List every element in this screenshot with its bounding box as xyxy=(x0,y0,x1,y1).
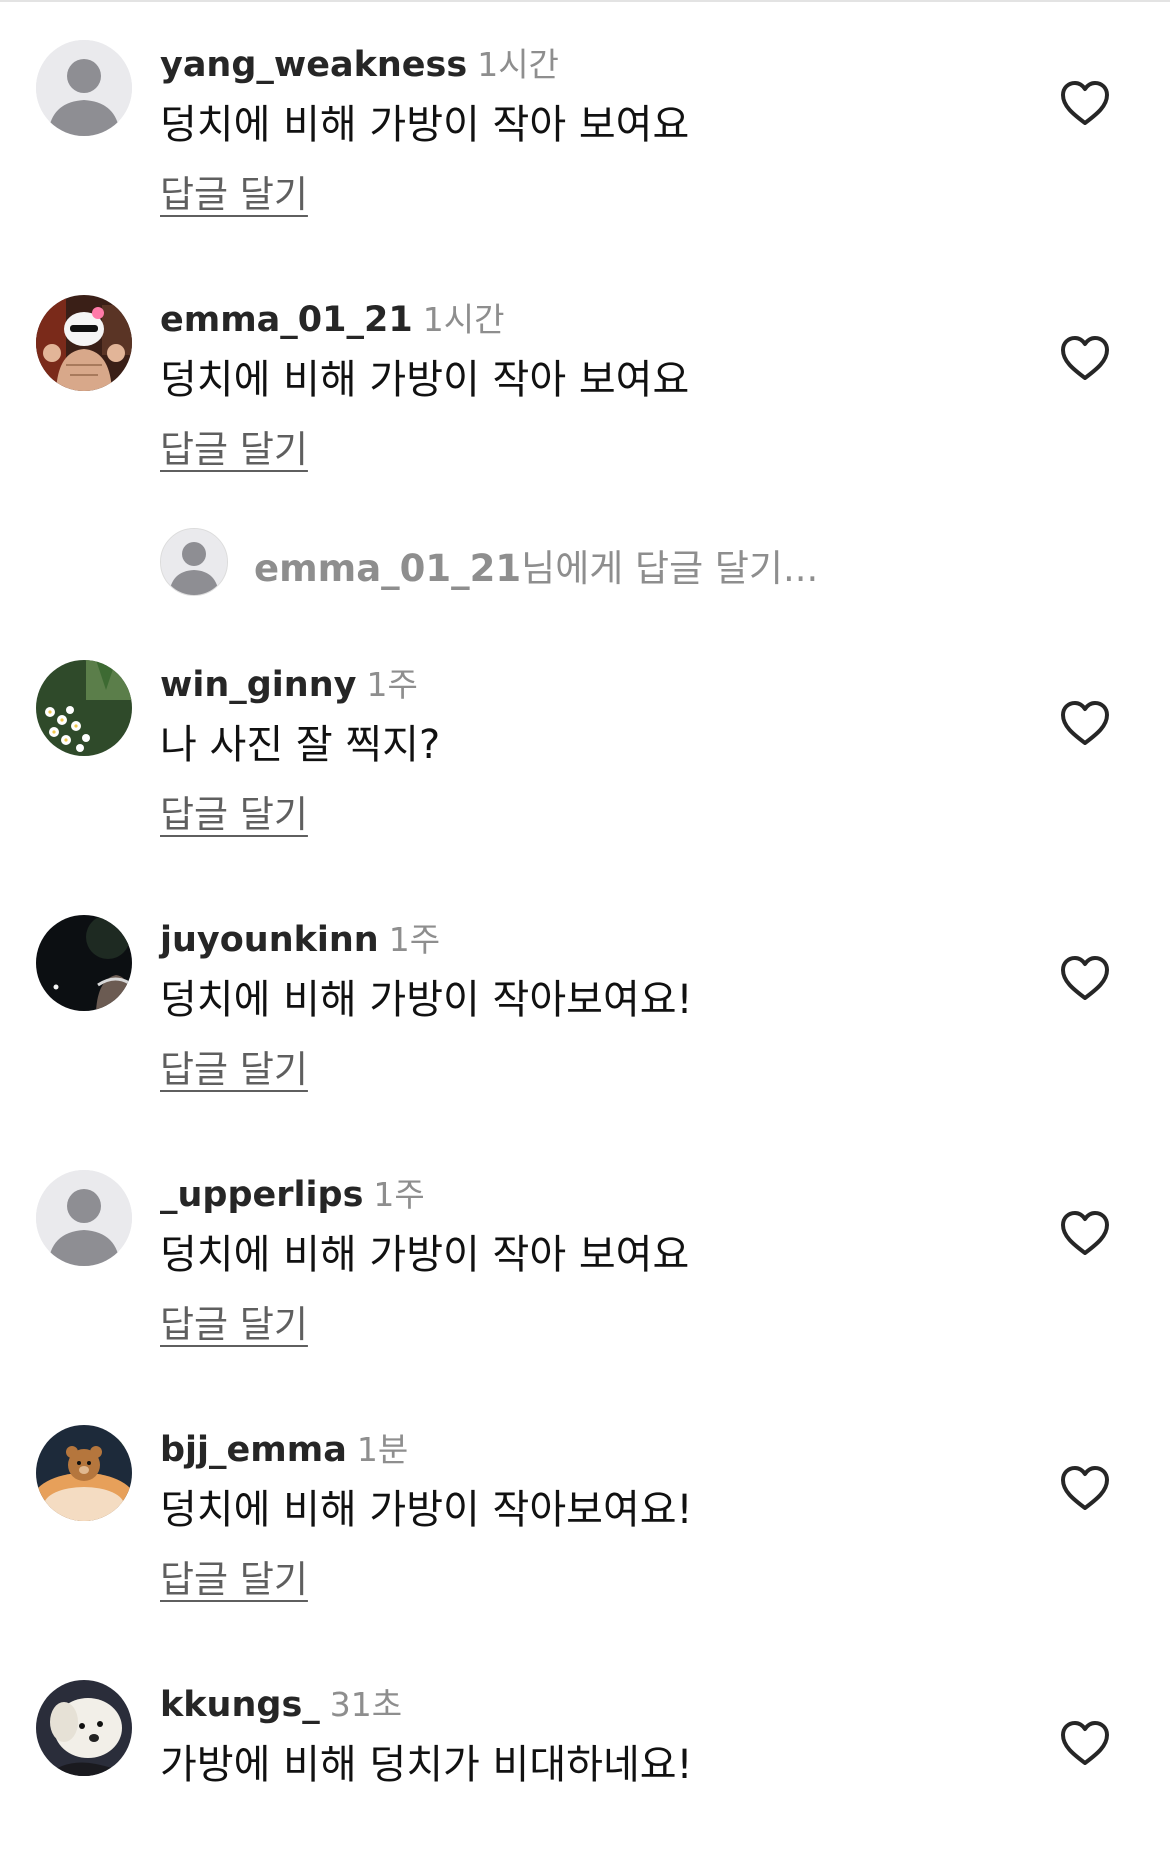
teddy-bear-avatar-icon[interactable] xyxy=(36,1425,132,1521)
comment-text: 나 사진 잘 찍지? xyxy=(160,722,441,768)
comment-username[interactable]: kkungs_ 31초 xyxy=(160,1678,402,1726)
heart-icon[interactable] xyxy=(1060,80,1110,126)
reply-placeholder-text: 님에게 답글 달기... xyxy=(521,547,819,590)
default-avatar-icon[interactable] xyxy=(36,1170,132,1266)
dog-avatar-icon[interactable] xyxy=(36,1680,132,1776)
comment-time: 1주 xyxy=(388,920,441,959)
comment-time: 1주 xyxy=(373,1175,425,1214)
reply-button[interactable]: 답글 달기 xyxy=(160,1549,308,1603)
comment-text: 덩치에 비해 가방이 작아 보여요 xyxy=(160,1232,690,1278)
comment-username[interactable]: win_ginny 1주 xyxy=(160,658,418,706)
username-text[interactable]: emma_01_21 xyxy=(160,300,413,340)
comment-username[interactable]: _upperlips 1주 xyxy=(160,1168,425,1216)
reply-input-row[interactable]: emma_01_21님에게 답글 달기... xyxy=(160,528,1060,596)
comment-item: juyounkinn 1주 덩치에 비해 가방이 작아보여요! 답글 달기 xyxy=(0,875,1170,1095)
heart-icon[interactable] xyxy=(1060,1465,1110,1511)
reply-button[interactable]: 답글 달기 xyxy=(160,1294,308,1348)
username-text[interactable]: yang_weakness xyxy=(160,45,467,85)
username-text[interactable]: bjj_emma xyxy=(160,1430,347,1470)
username-text[interactable]: _upperlips xyxy=(160,1175,363,1215)
username-text[interactable]: kkungs_ xyxy=(160,1685,320,1725)
reply-button[interactable]: 답글 달기 xyxy=(160,1039,308,1093)
comment-item: win_ginny 1주 나 사진 잘 찍지? 답글 달기 xyxy=(0,620,1170,840)
reply-input-placeholder[interactable]: emma_01_21님에게 답글 달기... xyxy=(254,538,818,592)
comment-text: 덩치에 비해 가방이 작아보여요! xyxy=(160,1487,693,1533)
reply-button[interactable]: 답글 달기 xyxy=(160,784,308,838)
heart-icon[interactable] xyxy=(1060,1720,1110,1766)
heart-icon[interactable] xyxy=(1060,700,1110,746)
night-avatar-icon[interactable] xyxy=(36,915,132,1011)
heart-icon[interactable] xyxy=(1060,955,1110,1001)
comment-username[interactable]: bjj_emma 1분 xyxy=(160,1423,408,1471)
comment-time: 1시간 xyxy=(422,300,505,339)
comment-text: 가방에 비해 덩치가 비대하네요! xyxy=(160,1742,693,1788)
comment-username[interactable]: yang_weakness 1시간 xyxy=(160,38,559,86)
comment-item: _upperlips 1주 덩치에 비해 가방이 작아 보여요 답글 달기 xyxy=(0,1130,1170,1350)
comment-time: 31초 xyxy=(329,1685,403,1724)
comment-text: 덩치에 비해 가방이 작아 보여요 xyxy=(160,102,690,148)
reply-target-username: emma_01_21 xyxy=(254,547,522,590)
reply-button[interactable]: 답글 달기 xyxy=(160,419,308,473)
flowers-avatar-icon[interactable] xyxy=(36,660,132,756)
comment-item: emma_01_21 1시간 덩치에 비해 가방이 작아 보여요 답글 달기 xyxy=(0,255,1170,475)
comment-item: yang_weakness 1시간 덩치에 비해 가방이 작아 보여요 답글 달기 xyxy=(0,0,1170,220)
username-text[interactable]: juyounkinn xyxy=(160,920,379,960)
comment-item: kkungs_ 31초 가방에 비해 덩치가 비대하네요! xyxy=(0,1640,1170,1860)
comment-time: 1주 xyxy=(366,665,418,704)
comment-text: 덩치에 비해 가방이 작아 보여요 xyxy=(160,357,690,403)
reply-button[interactable]: 답글 달기 xyxy=(160,164,308,218)
comment-time: 1분 xyxy=(356,1430,409,1469)
default-avatar-icon[interactable] xyxy=(36,40,132,136)
comment-item: bjj_emma 1분 덩치에 비해 가방이 작아보여요! 답글 달기 xyxy=(0,1385,1170,1605)
muscle-cat-avatar-icon[interactable] xyxy=(36,295,132,391)
comment-text: 덩치에 비해 가방이 작아보여요! xyxy=(160,977,693,1023)
default-avatar-icon xyxy=(160,528,228,596)
comment-username[interactable]: emma_01_21 1시간 xyxy=(160,293,504,341)
username-text[interactable]: win_ginny xyxy=(160,665,356,705)
comment-username[interactable]: juyounkinn 1주 xyxy=(160,913,440,961)
heart-icon[interactable] xyxy=(1060,335,1110,381)
comment-time: 1시간 xyxy=(477,45,559,84)
heart-icon[interactable] xyxy=(1060,1210,1110,1256)
